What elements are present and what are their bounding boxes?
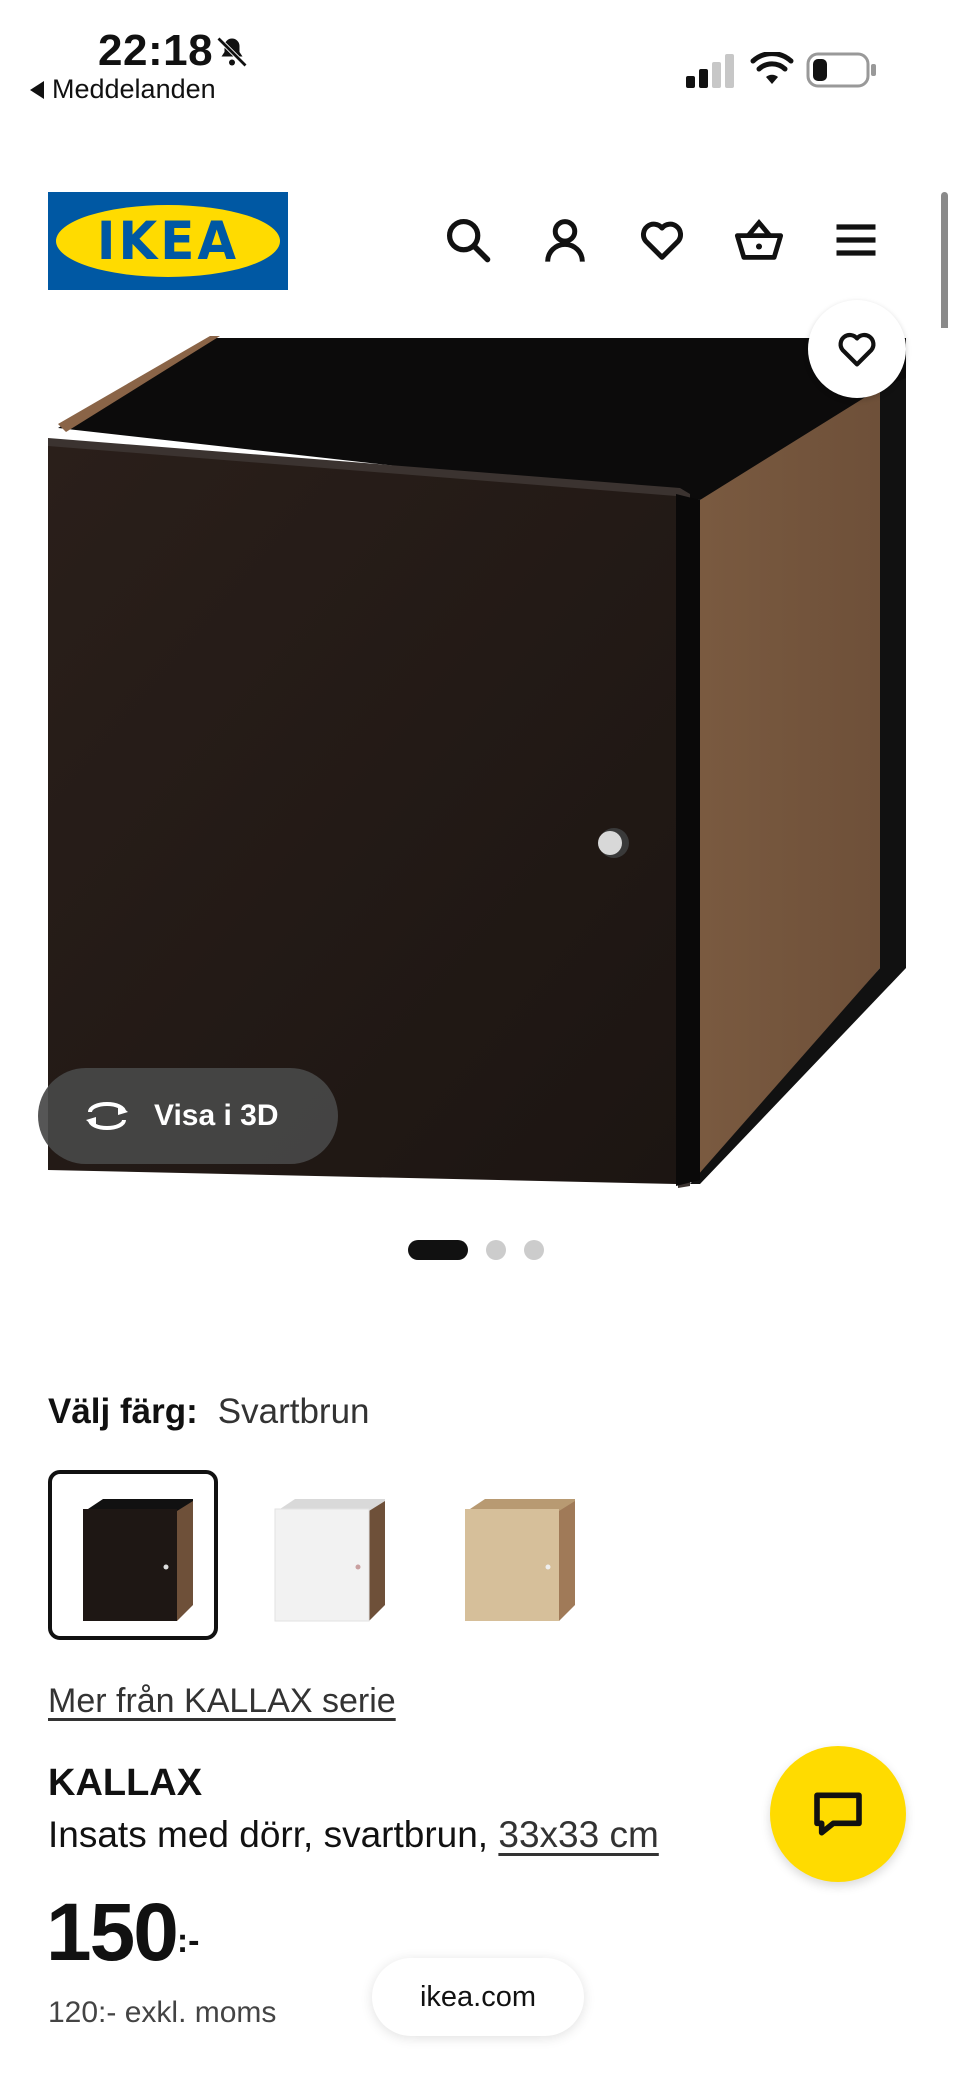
basket-icon[interactable]: [733, 214, 785, 266]
color-value: Svartbrun: [217, 1392, 370, 1431]
browser-url-bar[interactable]: ikea.com: [372, 1958, 584, 2036]
color-label: Välj färg:: [48, 1392, 198, 1431]
ikea-logo[interactable]: IKEA: [48, 192, 288, 290]
product-description-text: Insats med dörr, svartbrun,: [48, 1814, 489, 1855]
carousel-dot-1[interactable]: [408, 1240, 468, 1260]
product-description: Insats med dörr, svartbrun, 33x33 cm: [48, 1814, 659, 1856]
price-suffix: :-: [176, 1922, 200, 1960]
size-link[interactable]: 33x33 cm: [498, 1814, 658, 1855]
price-ex-vat: 120:- exkl. moms: [48, 1996, 277, 2029]
color-swatch-svartbrun[interactable]: [48, 1470, 218, 1640]
price: 150 :-: [46, 1892, 199, 1974]
bell-slash-icon: [216, 36, 248, 68]
view-in-3d-label: Visa i 3D: [154, 1099, 279, 1132]
carousel-dot-2[interactable]: [486, 1240, 506, 1260]
swatch-image-svartbrun: [83, 1499, 193, 1621]
swatch-image-ek: [465, 1499, 575, 1621]
search-icon[interactable]: [442, 214, 494, 266]
color-swatch-vit[interactable]: [240, 1470, 410, 1640]
back-triangle-icon: [30, 80, 44, 99]
browser-url-text: ikea.com: [419, 1980, 537, 2013]
color-swatch-ek[interactable]: [430, 1470, 600, 1640]
battery-icon: [806, 52, 876, 88]
logo-ellipse: IKEA: [56, 205, 280, 277]
rotate-3d-icon: [86, 1102, 128, 1130]
chat-button[interactable]: [770, 1746, 906, 1882]
carousel-dot-3[interactable]: [524, 1240, 544, 1260]
signal-icon: [686, 54, 734, 88]
back-app-label: Meddelanden: [52, 74, 216, 104]
back-to-app-link[interactable]: Meddelanden: [30, 74, 216, 105]
color-selector-header: Välj färg: Svartbrun: [48, 1392, 370, 1432]
heart-icon[interactable]: [636, 214, 688, 266]
price-value: 150: [46, 1887, 179, 1978]
menu-icon[interactable]: [830, 214, 882, 266]
logo-text: IKEA: [96, 210, 240, 272]
favourite-product-button[interactable]: [808, 300, 906, 398]
chat-icon: [814, 1792, 862, 1836]
carousel-dots[interactable]: [408, 1240, 544, 1260]
account-icon[interactable]: [539, 214, 591, 266]
product-name: KALLAX: [48, 1762, 203, 1804]
wifi-icon: [750, 52, 794, 84]
view-in-3d-button[interactable]: Visa i 3D: [38, 1068, 338, 1164]
heart-outline-icon: [838, 332, 876, 367]
series-link[interactable]: Mer från KALLAX serie: [48, 1682, 396, 1721]
status-time: 22:18: [98, 26, 214, 75]
swatch-image-vit: [274, 1499, 385, 1622]
